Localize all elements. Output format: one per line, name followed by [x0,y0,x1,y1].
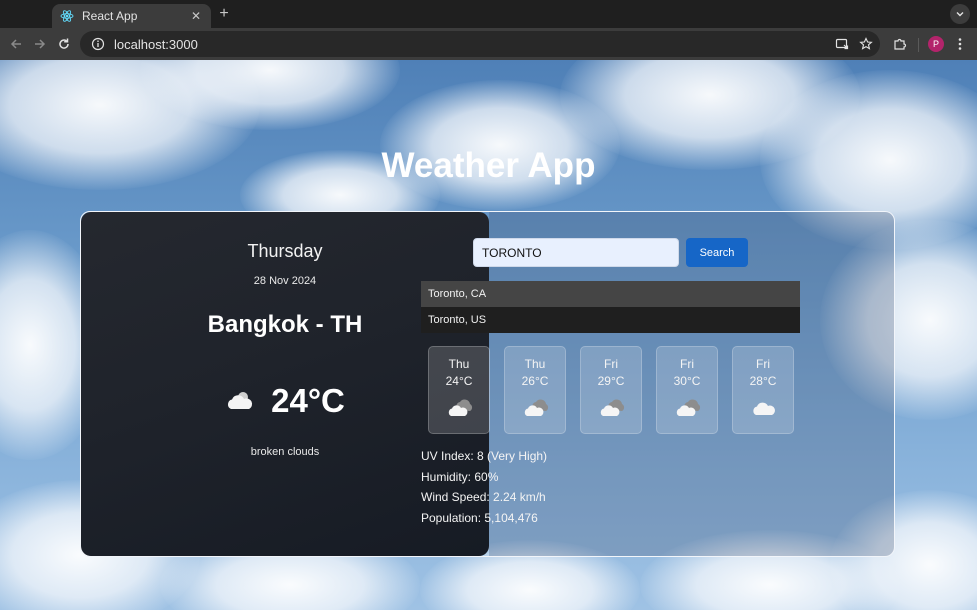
forecast-temp: 26°C [521,374,549,388]
dark-cloud-icon [675,398,701,418]
forecast-day: Fri [756,357,770,371]
forecast-day: Fri [680,357,694,371]
weather-details: UV Index: 8 (Very High) Humidity: 60% Wi… [421,446,547,528]
forecast-day: Thu [448,357,470,371]
close-tab-icon[interactable]: ✕ [189,9,203,23]
forecast-temp: 24°C [445,374,473,388]
forecast-day: Thu [524,357,546,371]
uv-index: UV Index: 8 (Very High) [421,449,548,463]
extensions-puzzle-icon[interactable] [890,34,910,54]
page-viewport: Weather App Thursday 28 Nov 2024 Bangkok… [0,60,977,610]
wind-speed: Wind Speed: 2.24 km/h [421,490,546,504]
install-app-icon[interactable] [834,36,850,52]
forecast-temp: 28°C [749,374,777,388]
suggestion-item[interactable]: Toronto, CA [421,281,800,307]
browser-tab[interactable]: React App ✕ [52,4,211,28]
address-bar[interactable]: localhost:3000 [80,31,880,57]
tab-search-chevron-icon[interactable] [950,4,970,24]
kebab-menu-icon[interactable] [950,34,970,54]
tab-title: React App [82,9,138,23]
profile-avatar[interactable]: P [926,34,946,54]
react-icon [60,9,74,23]
dark-cloud-icon [447,398,473,418]
url-text: localhost:3000 [114,36,198,52]
cloud-icon [751,398,777,418]
toolbar-divider [918,38,919,52]
population: Population: 5,104,476 [421,510,538,525]
browser-tab-bar: React App ✕ + [0,0,977,28]
site-info-icon[interactable] [90,36,106,52]
forecast-card: Thu 24°C [428,346,490,434]
city-suggestions-list: Toronto, CA Toronto, US [421,281,800,333]
app-title: Weather App [381,146,596,185]
forecast-card: Fri 28°C [732,346,794,434]
bookmark-star-icon[interactable] [858,36,874,52]
forecast-card: Fri 29°C [580,346,642,434]
back-arrow-icon[interactable] [6,34,26,54]
dark-cloud-icon [523,398,549,418]
forecast-temp: 30°C [673,374,701,388]
search-forecast-content: Search Toronto, CA Toronto, US Thu 24°C … [0,211,977,557]
search-button[interactable]: Search [686,238,748,267]
suggestion-item[interactable]: Toronto, US [421,307,800,333]
forecast-card: Fri 30°C [656,346,718,434]
dark-cloud-icon [599,398,625,418]
forward-arrow-icon[interactable] [30,34,50,54]
city-search-input[interactable] [473,238,679,267]
forecast-day: Fri [604,357,618,371]
browser-toolbar: localhost:3000 P [0,28,977,60]
reload-icon[interactable] [54,34,74,54]
forecast-card: Thu 26°C [504,346,566,434]
forecast-row: Thu 24°C Thu 26°C Fri 29°C Fri 30°C Fri … [428,346,794,434]
new-tab-plus-icon[interactable]: + [216,5,232,23]
profile-initial: P [928,36,944,52]
forecast-temp: 29°C [597,374,625,388]
humidity: Humidity: 60% [421,469,499,484]
